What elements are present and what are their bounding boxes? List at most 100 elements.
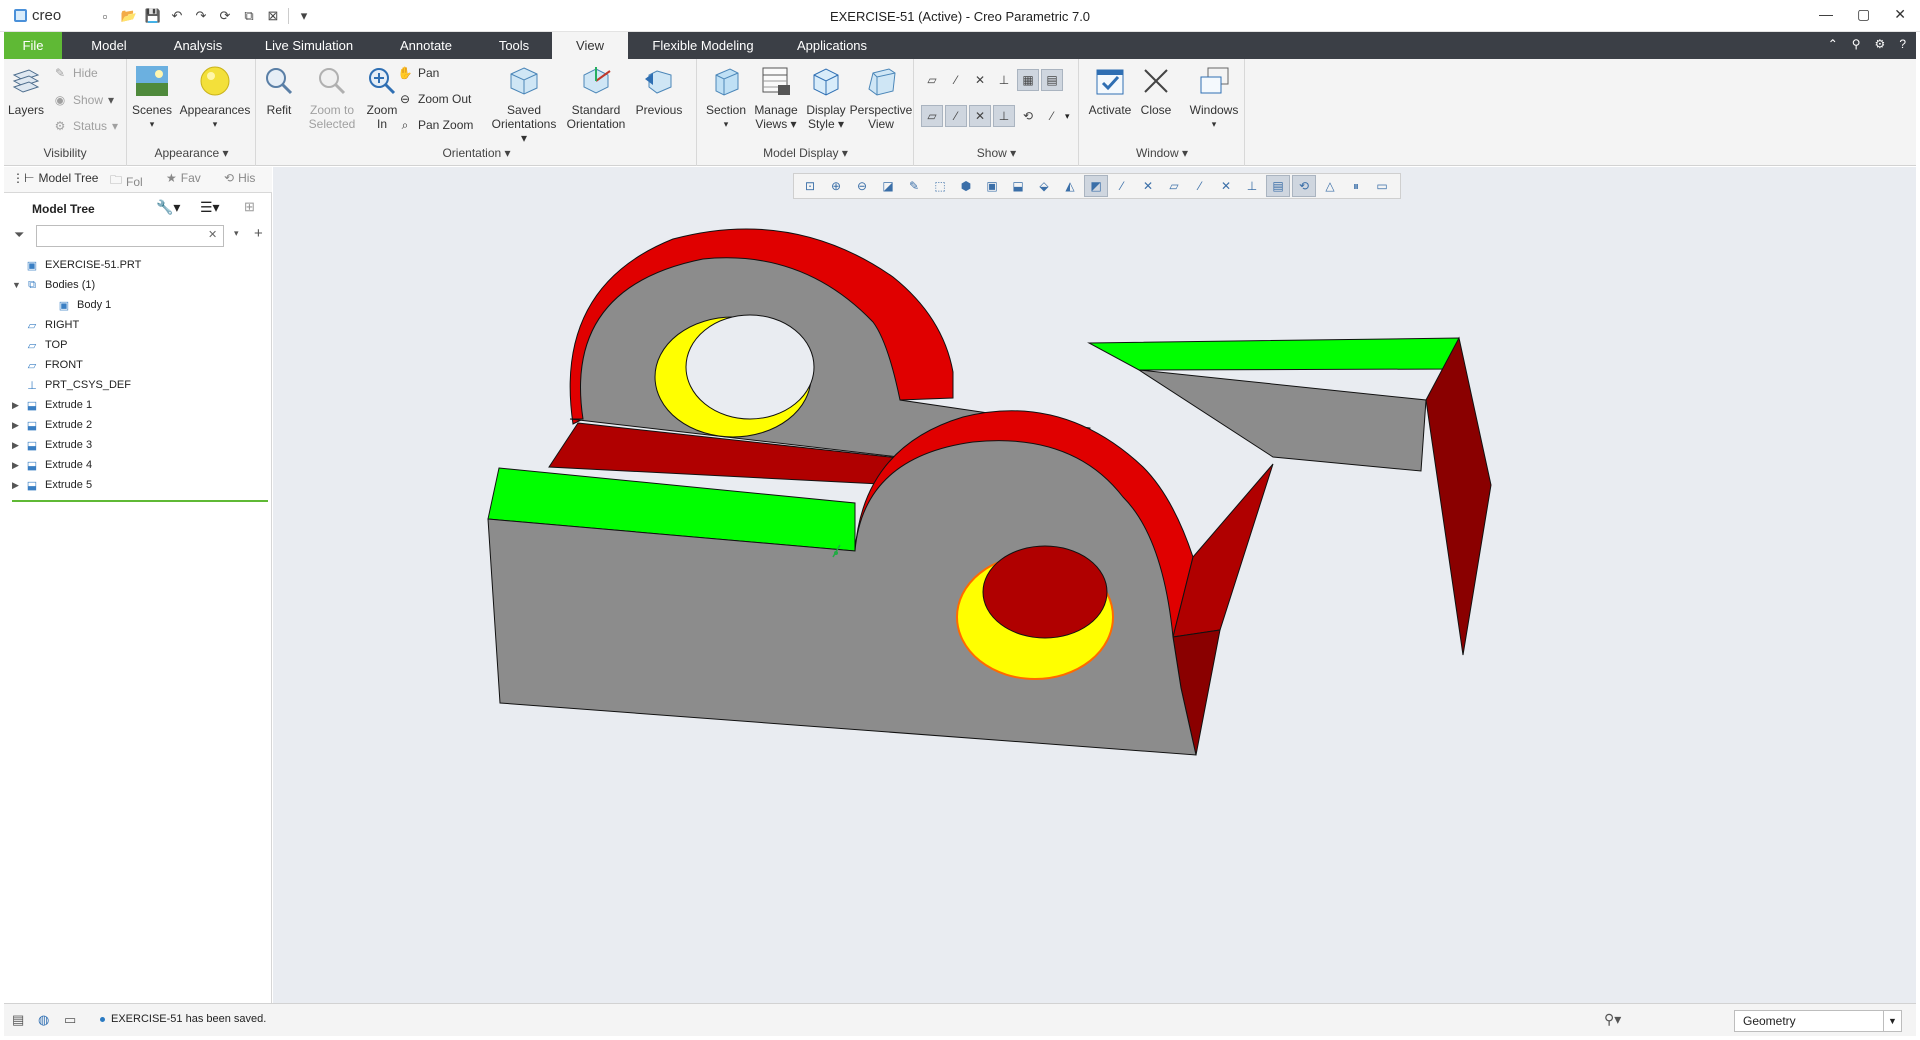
tab-live-simulation[interactable]: Live Simulation [254,32,364,59]
tree-expander-icon[interactable]: ▶ [12,440,24,451]
tree-search-input[interactable] [36,225,224,247]
tree-columns-icon[interactable]: ☰▾ [200,199,220,216]
tree-item[interactable]: ⏥ FRONT [12,355,272,375]
3d-notes-icon[interactable]: ⁄ [1041,105,1063,127]
tree-item[interactable]: ⏥ TOP [12,335,272,355]
zoom-out-icon: ⊖ [399,92,411,106]
appearance-group-label[interactable]: Appearance ▾ [128,146,255,160]
csys-tag-icon[interactable]: ⊥ [993,105,1015,127]
show-more-arrow-icon[interactable]: ▾ [1065,105,1070,127]
settings-icon[interactable]: ⚙ [1875,37,1886,51]
tab-annotate[interactable]: Annotate [388,32,464,59]
tab-favorites[interactable]: ★ Fav [166,171,201,185]
appearances-button[interactable]: Appearances ▾ [178,63,252,131]
close-icon[interactable]: ✕ [1894,6,1906,23]
layers-button[interactable]: Layers [4,63,48,117]
tree-item[interactable]: ▶ ⬓ Extrude 1 [12,395,272,415]
selection-filter-dropdown[interactable]: Geometry ▼ [1734,1010,1902,1032]
tab-view[interactable]: View [552,32,628,59]
3d-model-view[interactable] [273,167,1916,1003]
find-binoculars-icon[interactable]: ⚲▾ [1604,1011,1621,1028]
tree-item[interactable]: ▼ ⧉ Bodies (1) [12,275,272,295]
scenes-button[interactable]: Scenes ▾ [128,63,176,131]
tab-analysis[interactable]: Analysis [162,32,234,59]
orientation-group-label[interactable]: Orientation ▾ [257,146,696,160]
tree-filter-options-icon[interactable]: ⊞ [244,199,255,215]
tab-history[interactable]: ⟲ His [224,171,255,185]
tree-expander-icon[interactable]: ▼ [12,280,24,290]
standard-orientation-button[interactable]: Standard Orientation [561,63,631,131]
axis-display-icon[interactable]: ⁄ [945,69,967,91]
tab-model[interactable]: Model [74,32,144,59]
tab-file[interactable]: File [4,32,62,59]
refit-icon [261,63,297,99]
notification-icon[interactable]: ⚲ [1852,37,1861,51]
csys-display-icon[interactable]: ⊥ [993,69,1015,91]
tab-flexible-modeling[interactable]: Flexible Modeling [640,32,766,59]
zoom-to-selected-button[interactable]: Zoom to Selected [301,63,363,131]
tree-expander-icon[interactable]: ▶ [12,480,24,491]
browser-toggle-icon[interactable]: ◍ [38,1012,49,1028]
tree-item[interactable]: ⏥ RIGHT [12,315,272,335]
manage-views-button[interactable]: Manage Views ▾ [750,63,802,131]
tree-expander-icon[interactable]: ▶ [12,420,24,431]
clear-search-icon[interactable]: ✕ [208,228,217,241]
tree-item[interactable]: ▶ ⬓ Extrude 2 [12,415,272,435]
close-button[interactable]: Close [1134,63,1178,117]
activate-button[interactable]: Activate [1082,63,1138,117]
tree-item[interactable]: ▶ ⬓ Extrude 4 [12,455,272,475]
add-filter-icon[interactable]: + [254,225,263,242]
annotation-display-icon[interactable]: ▤ [1041,69,1063,91]
filter-funnel-icon[interactable]: ⏷ [14,227,24,243]
tree-item-label: FRONT [45,359,83,371]
tab-folder-browser[interactable]: 🗀 Fol [110,171,143,192]
tree-settings-icon[interactable]: 🔧▾ [156,199,180,216]
tree-item[interactable]: ▣ EXERCISE-51.PRT [12,255,272,275]
tree-item[interactable]: ▣ Body 1 [12,295,272,315]
help-icon[interactable]: ? [1899,37,1906,51]
zoom-to-selected-label-1: Zoom to [309,103,354,117]
tree-item[interactable]: ⊥ PRT_CSYS_DEF [12,375,272,395]
saved-orientations-button[interactable]: Saved Orientations ▾ [487,63,561,145]
tree-item[interactable]: ▶ ⬓ Extrude 5 [12,475,272,495]
perspective-view-button[interactable]: Perspective View [846,63,916,131]
plane-tag-icon[interactable]: ⏥ [921,105,943,127]
hide-button[interactable]: ✎ Hide [52,65,98,81]
show-row-2: ⏥ ⁄ ✕ ⊥ ⟲ ⁄ ▾ [921,105,1070,127]
navigator-tabs: ⋮⊢ Model Tree 🗀 Fol ★ Fav ⟲ His [4,167,272,193]
saved-orientations-label-2: Orientations [491,117,557,131]
full-screen-icon[interactable]: ▭ [64,1012,76,1028]
tab-applications[interactable]: Applications [784,32,880,59]
point-display-icon[interactable]: ✕ [969,69,991,91]
tab-tools[interactable]: Tools [484,32,544,59]
show-button[interactable]: ◉ Show ▾ [52,92,114,108]
graphics-window[interactable]: ⊡ ⊕ ⊖ ◪ ✎ ⬚ ⬢ ▣ ⬓ ⬙ ◭ ◩ ⁄ ✕ ⏥ ⁄ ✕ ⊥ ▤ ⟲ … [273,167,1916,1003]
search-dropdown-icon[interactable]: ▾ [234,228,239,239]
display-style-button[interactable]: Display Style ▾ [802,63,850,131]
axis-tag-icon[interactable]: ⁄ [945,105,967,127]
previous-button[interactable]: Previous [631,63,687,117]
status-button[interactable]: ⚙ Status ▾ [52,118,118,134]
section-button[interactable]: Section ▾ [702,63,750,131]
spin-center-icon[interactable]: ⟲ [1017,105,1039,127]
plane-tag-display-icon[interactable]: ▦ [1017,69,1039,91]
window-group-label[interactable]: Window ▾ [1080,146,1244,160]
model-display-group-label[interactable]: Model Display ▾ [698,146,913,160]
navigator-toggle-icon[interactable]: ▤ [12,1012,24,1028]
windows-button[interactable]: Windows ▾ [1184,63,1244,131]
refit-button[interactable]: Refit [257,63,301,117]
tree-expander-icon[interactable]: ▶ [12,400,24,411]
collapse-ribbon-icon[interactable]: ⌃ [1828,37,1838,51]
back-hole-opening [685,314,815,420]
plane-display-icon[interactable]: ⏥ [921,69,943,91]
tree-item[interactable]: ▶ ⬓ Extrude 3 [12,435,272,455]
point-tag-icon[interactable]: ✕ [969,105,991,127]
maximize-icon[interactable]: ▢ [1857,6,1870,23]
pan-button[interactable]: ✋ Pan [397,65,440,81]
minimize-icon[interactable]: — [1819,6,1833,23]
zoom-out-button[interactable]: ⊖ Zoom Out [397,91,471,107]
tab-model-tree[interactable]: ⋮⊢ Model Tree [12,171,98,185]
pan-zoom-button[interactable]: ⌕ Pan Zoom [397,117,474,133]
show-group-label[interactable]: Show ▾ [915,146,1078,160]
tree-expander-icon[interactable]: ▶ [12,460,24,471]
